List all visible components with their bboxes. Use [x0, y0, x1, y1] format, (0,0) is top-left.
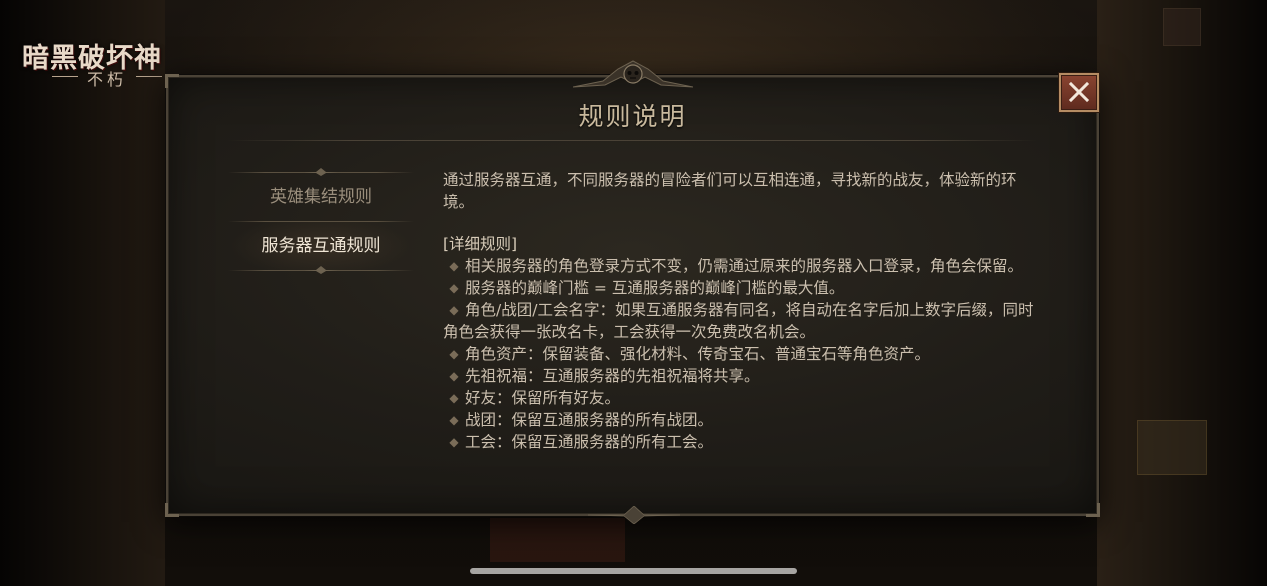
title-divider: [228, 140, 1037, 141]
frame-corner: [165, 503, 179, 517]
rule-text: 先祖祝福：互通服务器的先祖祝福将共享。: [465, 367, 760, 385]
tab-divider: [228, 266, 414, 274]
diamond-bullet-icon: ◆: [449, 369, 459, 383]
diamond-bullet-icon: ◆: [449, 281, 459, 295]
rule-text: 工会：保留互通服务器的所有工会。: [465, 433, 714, 451]
rule-item: ◆ 角色资产：保留装备、强化材料、传奇宝石、普通宝石等角色资产。: [443, 343, 1043, 365]
rule-text: 角色/战团/工会名字：如果互通服务器有同名，将自动在名字后加上数字后缀，同时角色…: [443, 301, 1034, 341]
rule-text: 服务器的巅峰门槛 = 互通服务器的巅峰门槛的最大值。: [465, 279, 845, 297]
rule-item: ◆ 工会：保留互通服务器的所有工会。: [443, 431, 1043, 453]
diamond-bullet-icon: ◆: [449, 347, 459, 361]
rules-content: 通过服务器互通，不同服务器的冒险者们可以互相连通，寻找新的战友，体验新的环境。 …: [443, 169, 1043, 453]
rule-tabs: 英雄集结规则 服务器互通规则: [228, 168, 414, 274]
frame-corner: [165, 74, 179, 88]
skull-crest-icon: [573, 60, 693, 88]
close-icon: [1068, 81, 1090, 103]
background-button-dimmed: [1163, 8, 1201, 46]
rule-item: ◆ 相关服务器的角色登录方式不变，仍需通过原来的服务器入口登录，角色会保留。: [443, 255, 1043, 277]
rules-intro: 通过服务器互通，不同服务器的冒险者们可以互相连通，寻找新的战友，体验新的环境。: [443, 171, 1017, 211]
ornament-icon: [304, 168, 338, 176]
rules-dialog: 规则说明 英雄集结规则 服务器互通规则 通过服务器互通，不同服务器的冒险者们可以…: [165, 60, 1100, 524]
home-indicator[interactable]: [470, 568, 797, 574]
rule-item: ◆ 角色/战团/工会名字：如果互通服务器有同名，将自动在名字后加上数字后缀，同时角…: [443, 299, 1043, 343]
diamond-bullet-icon: ◆: [449, 391, 459, 405]
diamond-bullet-icon: ◆: [449, 435, 459, 449]
rule-item: ◆ 战团：保留互通服务器的所有战团。: [443, 409, 1043, 431]
rule-item: ◆ 先祖祝福：互通服务器的先祖祝福将共享。: [443, 365, 1043, 387]
rule-text: 好友：保留所有好友。: [465, 389, 621, 407]
rule-item: ◆ 服务器的巅峰门槛 = 互通服务器的巅峰门槛的最大值。: [443, 277, 1043, 299]
background-right-panel: [1097, 0, 1267, 586]
logo-subtitle: 不朽: [52, 66, 162, 90]
frame-corner: [1086, 503, 1100, 517]
close-button[interactable]: [1059, 73, 1099, 112]
diamond-bullet-icon: ◆: [449, 303, 459, 317]
diamond-bullet-icon: ◆: [449, 413, 459, 427]
diamond-bullet-icon: ◆: [449, 259, 459, 273]
rule-item: ◆ 好友：保留所有好友。: [443, 387, 1043, 409]
tab-divider: [228, 221, 414, 222]
tab-hero-gathering-rules[interactable]: 英雄集结规则: [228, 173, 414, 221]
rule-text: 角色资产：保留装备、强化材料、传奇宝石、普通宝石等角色资产。: [465, 345, 931, 363]
ornament-icon: [304, 266, 338, 274]
tab-server-interop-rules[interactable]: 服务器互通规则: [228, 222, 414, 270]
background-button-bar: [490, 518, 625, 562]
tab-divider: [228, 168, 414, 176]
dialog-title: 规则说明: [578, 102, 687, 131]
background-item-tile: [1137, 420, 1207, 475]
section-heading: [详细规则]: [443, 235, 518, 253]
rule-text: 战团：保留互通服务器的所有战团。: [465, 411, 714, 429]
rule-text: 相关服务器的角色登录方式不变，仍需通过原来的服务器入口登录，角色会保留。: [465, 257, 1024, 275]
bottom-ornament-icon: [588, 506, 680, 524]
